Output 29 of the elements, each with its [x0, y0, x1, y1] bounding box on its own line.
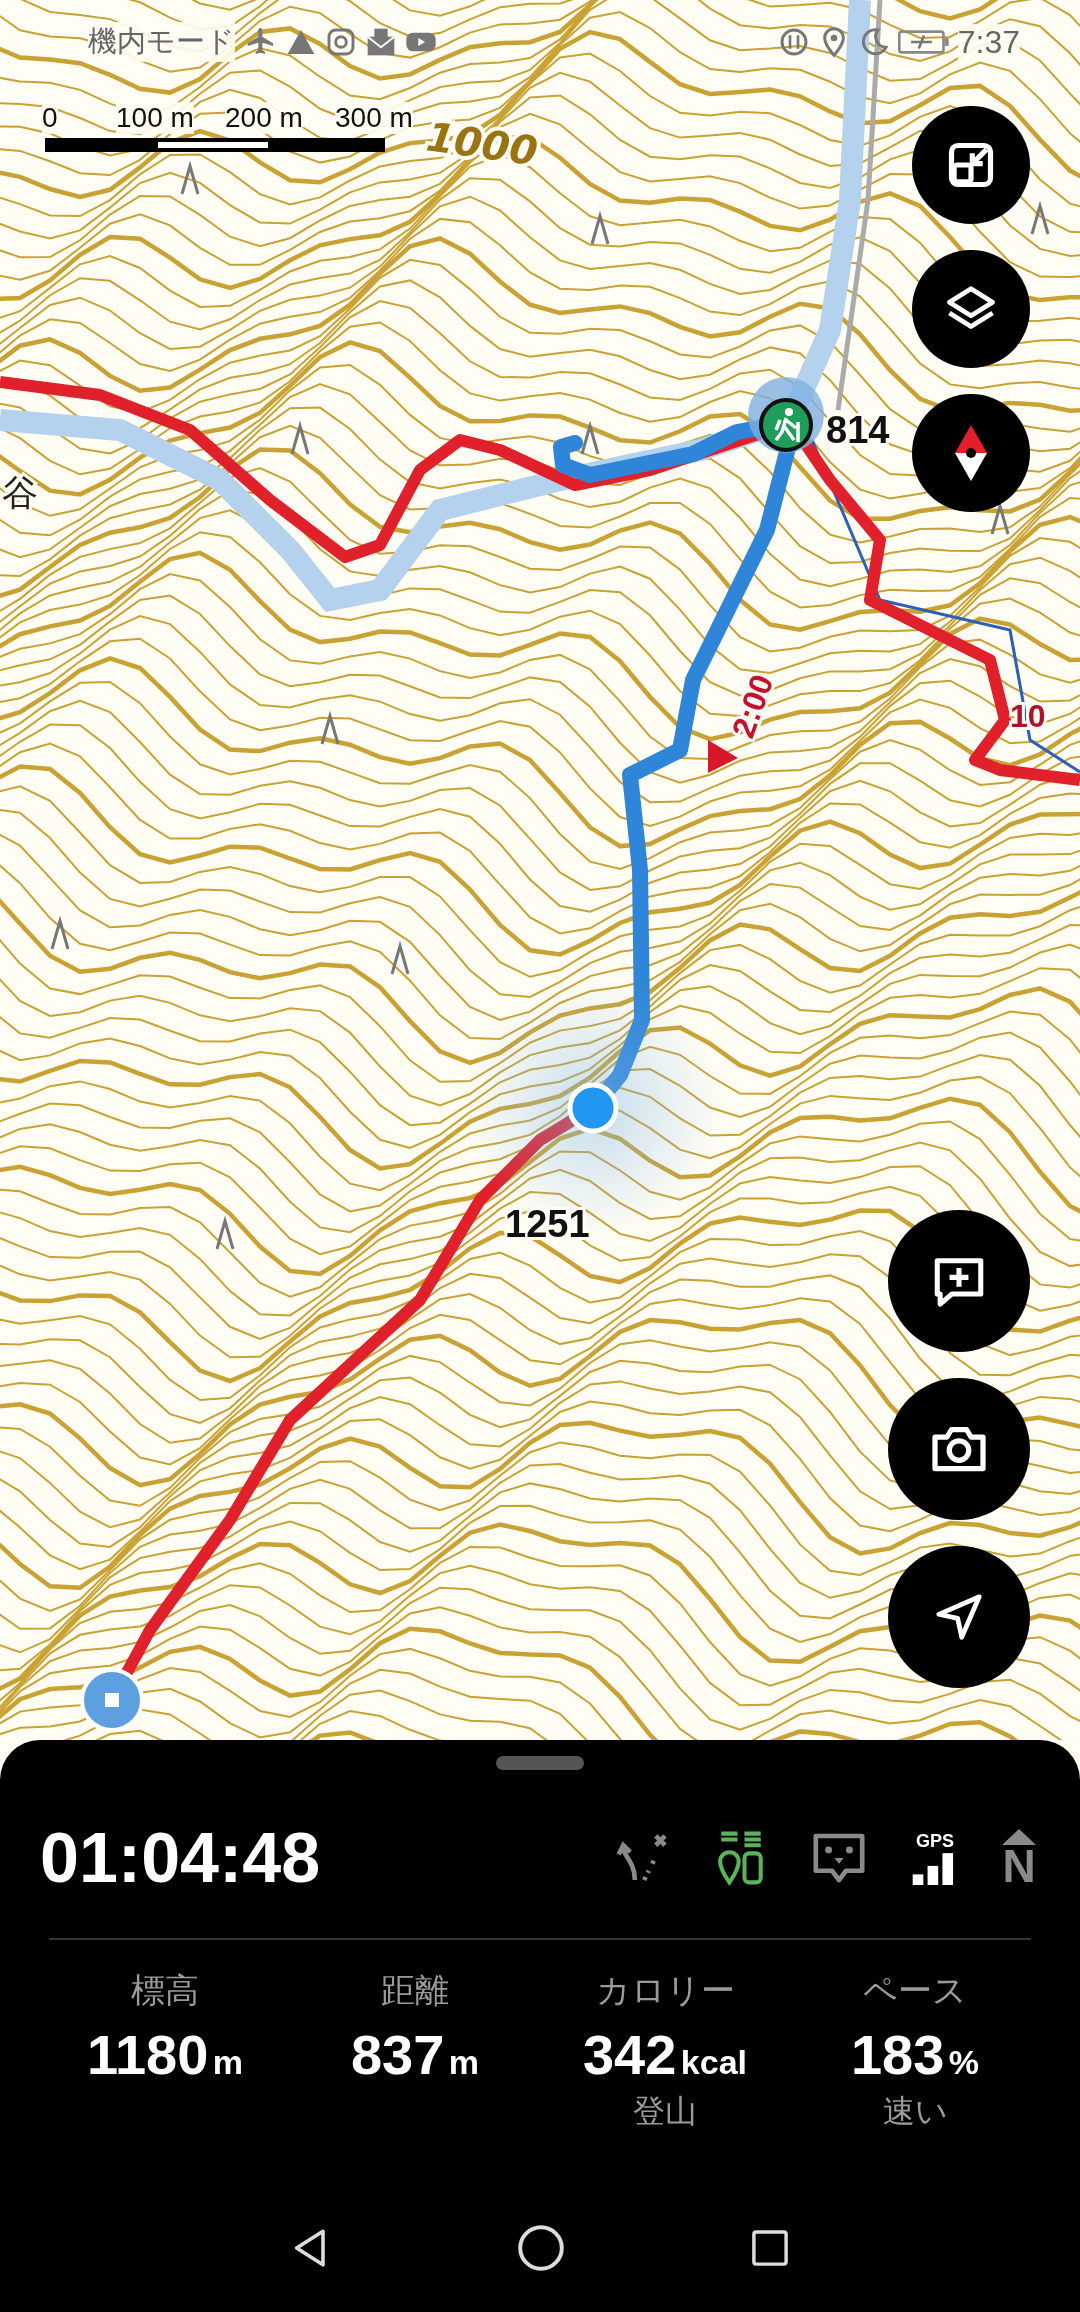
hiker-marker-icon[interactable] [748, 377, 824, 453]
stat-value: 1180 m [86, 2022, 244, 2087]
mail-icon [365, 26, 397, 58]
stat-label: 距離 [381, 1970, 449, 2011]
stat-label: カロリー [595, 1970, 735, 2011]
map-label: 谷 [2, 472, 38, 513]
scale-label: 0 [42, 102, 58, 134]
map-label: 2:00 [724, 669, 781, 743]
clock-time: 7:37 [957, 23, 1020, 61]
home-icon[interactable] [515, 2222, 567, 2274]
stat-label: 標高 [131, 1970, 199, 2011]
stat-label: ペース [863, 1970, 967, 2011]
battery-icon [897, 28, 950, 56]
stat-value: 342 kcal [582, 2022, 748, 2087]
elapsed-time: 01:04:48 [40, 1818, 321, 1898]
current-location-dot [567, 1082, 619, 1134]
map-label: 1000 [423, 113, 541, 175]
direction-triangle-icon [708, 740, 738, 773]
stat-value: 837 m [350, 2022, 480, 2087]
stat-value: 183% [850, 2022, 980, 2087]
scale-label: 100 m [116, 102, 194, 134]
stat-note: 速い [882, 2092, 948, 2131]
start-marker-icon[interactable] [80, 1668, 144, 1732]
camera-icon [325, 26, 357, 58]
scale-label: 200 m [225, 102, 303, 134]
stat-note: 登山 [633, 2092, 697, 2131]
drag-handle[interactable] [496, 1756, 584, 1770]
scale-label: 300 m [335, 102, 413, 134]
airplane-mode-text: 機内モード [88, 22, 235, 62]
